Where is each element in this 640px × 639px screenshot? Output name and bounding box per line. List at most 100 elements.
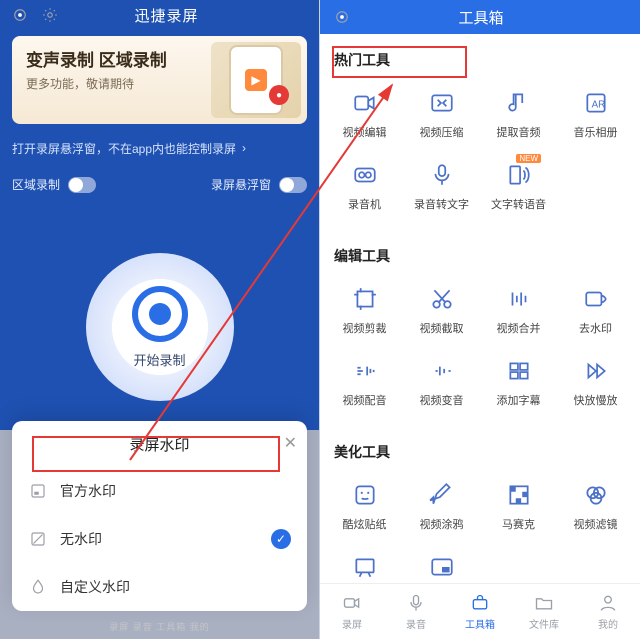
- phone-left: 迅捷录屏 变声录制 区域录制 更多功能，敬请期待 ▶ ● 打开录屏悬浮窗，不在a…: [0, 0, 320, 639]
- option-official[interactable]: 官方水印: [12, 467, 307, 515]
- app-icon: [332, 7, 352, 27]
- tool-icon: [581, 356, 611, 386]
- tool-快放慢放[interactable]: 快放慢放: [557, 348, 634, 416]
- tool-icon: [504, 88, 534, 118]
- tool-icon: [504, 284, 534, 314]
- tab-record[interactable]: 录屏: [320, 584, 384, 639]
- tool-icon: [350, 160, 380, 190]
- tool-icon: [581, 480, 611, 510]
- tool-label: 提取音频: [497, 124, 541, 140]
- tool-提取音频[interactable]: 提取音频: [480, 80, 557, 148]
- tool-视频编辑[interactable]: 视频编辑: [326, 80, 403, 148]
- tool-录音转文字[interactable]: 录音转文字: [403, 152, 480, 220]
- tab-files[interactable]: 文件库: [512, 584, 576, 639]
- tool-添加字幕[interactable]: 添加字幕: [480, 348, 557, 416]
- tool-label: 视频编辑: [343, 124, 387, 140]
- tool-label: 视频压缩: [420, 124, 464, 140]
- tool-视频压缩[interactable]: 视频压缩: [403, 80, 480, 148]
- tool-icon: [581, 284, 611, 314]
- promo-art: ▶ ●: [211, 42, 301, 118]
- tool-label: 文字转语音: [491, 196, 546, 212]
- tool-icon: [350, 356, 380, 386]
- tool-录音机[interactable]: 录音机: [326, 152, 403, 220]
- settings-icon[interactable]: [40, 5, 60, 25]
- tool-label: 音乐相册: [574, 124, 618, 140]
- nav-hint: 录屏 录音 工具箱 我的: [0, 620, 319, 633]
- tool-label: 去水印: [579, 320, 612, 336]
- tool-label: 快放慢放: [574, 392, 618, 408]
- tool-label: 酷炫贴纸: [343, 516, 387, 532]
- switch-icon[interactable]: [279, 177, 307, 193]
- tool-icon: [427, 480, 457, 510]
- toggle-area[interactable]: 区域录制: [12, 176, 96, 193]
- tool-视频截取[interactable]: 视频截取: [403, 276, 480, 344]
- tool-label: 录音转文字: [414, 196, 469, 212]
- tab-label: 录屏: [342, 616, 362, 631]
- record-zone: 开始录制: [0, 253, 319, 401]
- sheet-title: 录屏水印: [129, 434, 189, 455]
- tool-icon: [427, 552, 457, 582]
- tool-icon: [350, 480, 380, 510]
- folder-icon: [533, 592, 555, 614]
- tool-label: 添加字幕: [497, 392, 541, 408]
- tool-视频滤镜[interactable]: 视频滤镜: [557, 472, 634, 540]
- tool-label: 马赛克: [502, 516, 535, 532]
- section-beautify: 美化工具: [320, 426, 640, 468]
- watermark-sheet: 录屏水印 ✕ 官方水印 无水印 ✓ 自定义水印: [12, 421, 307, 611]
- tool-视频合并[interactable]: 视频合并: [480, 276, 557, 344]
- watermark-icon: [28, 481, 48, 501]
- switch-icon[interactable]: [68, 177, 96, 193]
- checkmark-icon: ✓: [271, 529, 291, 549]
- promo-card[interactable]: 变声录制 区域录制 更多功能，敬请期待 ▶ ●: [12, 36, 307, 124]
- tab-label: 录音: [406, 616, 426, 631]
- toggle-area-label: 区域录制: [12, 176, 60, 193]
- droplet-icon: [28, 577, 48, 597]
- record-button[interactable]: 开始录制: [86, 253, 234, 401]
- option-custom[interactable]: 自定义水印: [12, 563, 307, 611]
- grid-hot: 视频编辑 视频压缩 提取音频 AR 音乐相册录音机 录音转文字 NEW文字转语音: [320, 76, 640, 230]
- tool-label: 视频变音: [420, 392, 464, 408]
- tool-视频配音[interactable]: 视频配音: [326, 348, 403, 416]
- toggle-float[interactable]: 录屏悬浮窗: [211, 176, 307, 193]
- phone-right: 工具箱 热门工具 视频编辑 视频压缩 提取音频 AR 音乐相册录音机 录音转文字 NEW文字…: [320, 0, 640, 639]
- option-official-label: 官方水印: [60, 481, 116, 501]
- tool-马赛克[interactable]: 马赛克: [480, 472, 557, 540]
- tool-label: 录音机: [348, 196, 381, 212]
- tool-icon: [350, 552, 380, 582]
- tool-去水印[interactable]: 去水印: [557, 276, 634, 344]
- tool-icon: [504, 356, 534, 386]
- close-icon[interactable]: ✕: [284, 433, 297, 453]
- tab-me[interactable]: 我的: [576, 584, 640, 639]
- play-icon: ▶: [245, 69, 267, 91]
- tool-label: 视频截取: [420, 320, 464, 336]
- tab-audio[interactable]: 录音: [384, 584, 448, 639]
- app-title: 迅捷录屏: [70, 5, 263, 26]
- float-hint[interactable]: 打开录屏悬浮窗，不在app内也能控制录屏 ›: [12, 136, 307, 160]
- section-hot: 热门工具: [320, 34, 640, 76]
- tool-icon: [504, 160, 534, 190]
- tab-label: 工具箱: [465, 616, 495, 631]
- record-core-icon: [149, 303, 171, 325]
- chevron-right-icon: ›: [242, 141, 246, 155]
- tool-icon: [427, 160, 457, 190]
- tool-视频变音[interactable]: 视频变音: [403, 348, 480, 416]
- option-none[interactable]: 无水印 ✓: [12, 515, 307, 563]
- toggle-float-label: 录屏悬浮窗: [211, 176, 271, 193]
- tab-label: 我的: [598, 616, 618, 631]
- tool-酷炫贴纸[interactable]: 酷炫贴纸: [326, 472, 403, 540]
- tool-音乐相册[interactable]: AR 音乐相册: [557, 80, 634, 148]
- tool-视频涂鸦[interactable]: 视频涂鸦: [403, 472, 480, 540]
- tool-icon: [504, 480, 534, 510]
- tool-视频剪裁[interactable]: 视频剪裁: [326, 276, 403, 344]
- tool-icon: [427, 88, 457, 118]
- tab-label: 文件库: [529, 616, 559, 631]
- video-icon: [341, 592, 363, 614]
- tool-label: 视频滤镜: [574, 516, 618, 532]
- header: 工具箱: [320, 0, 640, 34]
- grid-edit: 视频剪裁视频截取视频合并去水印视频配音 视频变音 添加字幕 快放慢放: [320, 272, 640, 426]
- tool-icon: AR: [581, 88, 611, 118]
- tab-toolbox[interactable]: 工具箱: [448, 584, 512, 639]
- tool-label: 视频配音: [343, 392, 387, 408]
- tool-文字转语音[interactable]: NEW文字转语音: [480, 152, 557, 220]
- tool-icon: [427, 356, 457, 386]
